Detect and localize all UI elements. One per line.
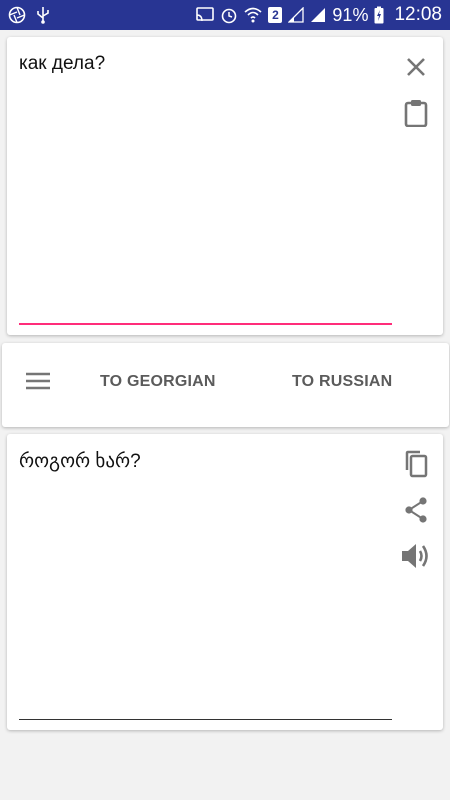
status-bar: 2 91% 12:08 [0,0,450,30]
to-russian-button[interactable]: TO RUSSIAN [292,373,392,391]
clock: 12:08 [394,4,442,25]
output-underline [19,719,392,720]
clipboard-icon [404,99,428,132]
close-icon [405,56,427,83]
share-button[interactable] [400,496,432,528]
clear-button[interactable] [400,53,432,85]
to-georgian-button[interactable]: TO GEORGIAN [100,373,216,391]
controls-bar: TO GEORGIAN TO RUSSIAN [2,343,449,427]
battery-charging-icon [374,6,384,24]
cast-icon [196,7,215,23]
signal-icon [288,7,305,23]
output-card: როგორ ხარ? [7,434,443,730]
aperture-icon [8,6,26,24]
copy-button[interactable] [400,450,432,482]
hamburger-menu-icon[interactable] [24,367,52,395]
translation-text: როგორ ხარ? [19,451,141,472]
alarm-icon [220,6,238,24]
share-icon [404,496,428,528]
paste-button[interactable] [400,99,432,131]
copy-icon [404,450,428,483]
input-underline [19,323,392,325]
sim2-badge-icon: 2 [268,7,283,23]
wifi-icon [244,7,262,23]
source-text-input[interactable]: как дела? [19,53,105,75]
speak-button[interactable] [400,542,432,574]
signal-full-icon [310,7,326,23]
input-card: как дела? [7,37,443,335]
battery-percent: 91% [332,4,369,25]
usb-icon [36,6,50,24]
volume-icon [401,542,431,575]
